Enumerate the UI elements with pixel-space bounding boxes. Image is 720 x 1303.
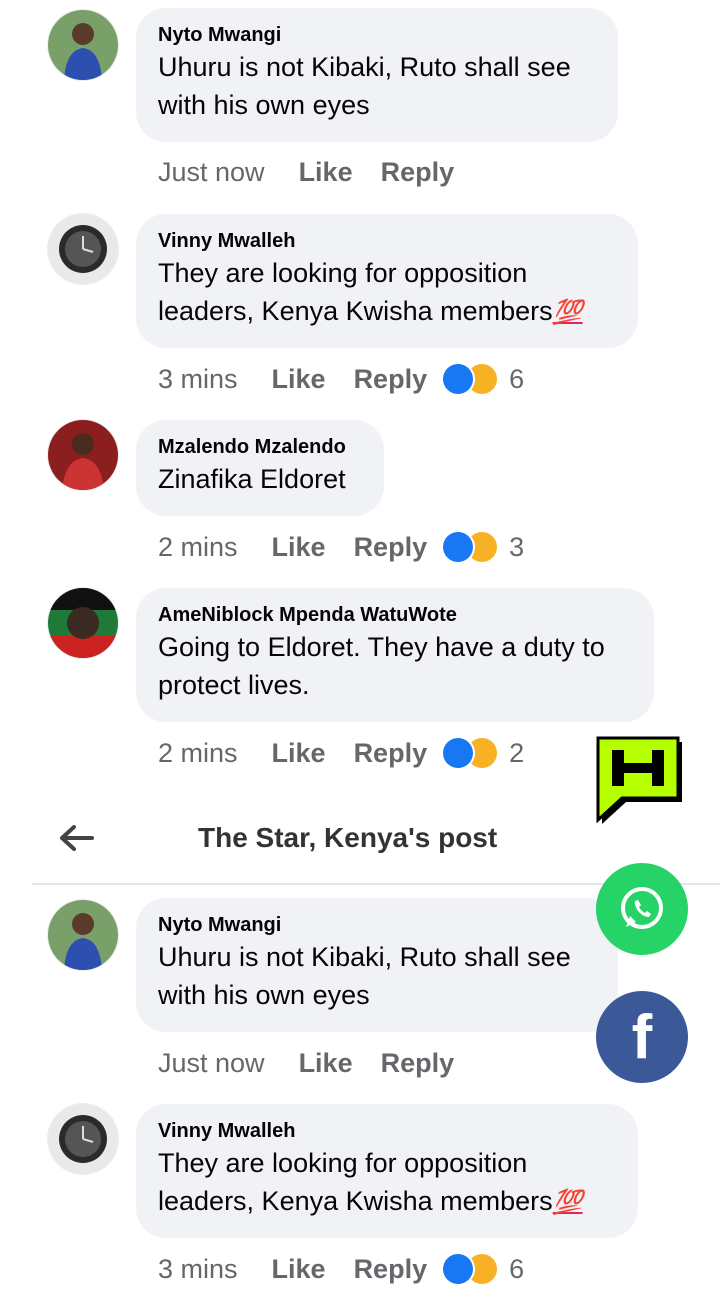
comment-text: They are looking for opposition leaders,… xyxy=(158,258,553,326)
reply-button[interactable]: Reply xyxy=(354,1252,428,1286)
hundred-emoji-icon: 💯 xyxy=(552,299,583,326)
reactions[interactable]: 6 xyxy=(443,362,524,396)
comment-text: Going to Eldoret. They have a duty to pr… xyxy=(158,632,605,700)
comment-author[interactable]: Nyto Mwangi xyxy=(158,912,596,938)
comment-meta: Just now Like Reply xyxy=(158,155,470,189)
avatar[interactable] xyxy=(48,10,118,80)
facebook-icon: f xyxy=(631,1002,653,1072)
whatsapp-share-button[interactable] xyxy=(596,863,688,955)
comment-meta: 2 mins Like Reply 2 xyxy=(158,736,524,770)
h-logo-icon[interactable] xyxy=(596,736,688,828)
reactions[interactable]: 2 xyxy=(443,736,524,770)
avatar[interactable] xyxy=(48,1104,118,1174)
back-arrow-icon[interactable] xyxy=(58,822,98,854)
avatar[interactable] xyxy=(48,214,118,284)
comment-time[interactable]: Just now xyxy=(158,155,265,189)
whatsapp-icon xyxy=(621,887,663,929)
comment-text: Zinafika Eldoret xyxy=(158,464,346,494)
reply-button[interactable]: Reply xyxy=(354,362,428,396)
reaction-count: 2 xyxy=(509,738,525,768)
comment-bubble: Nyto Mwangi Uhuru is not Kibaki, Ruto sh… xyxy=(136,8,618,142)
comment-time[interactable]: 3 mins xyxy=(158,1252,238,1286)
like-button[interactable]: Like xyxy=(299,155,353,189)
comment-bubble: AmeNiblock Mpenda WatuWote Going to Eldo… xyxy=(136,588,654,722)
reactions[interactable]: 3 xyxy=(443,530,524,564)
comment-time[interactable]: Just now xyxy=(158,1046,265,1080)
facebook-share-button[interactable]: f xyxy=(596,991,688,1083)
avatar[interactable] xyxy=(48,588,118,658)
comment-time[interactable]: 3 mins xyxy=(158,362,238,396)
like-reaction-icon xyxy=(443,738,474,768)
like-button[interactable]: Like xyxy=(272,1252,326,1286)
comment-author[interactable]: AmeNiblock Mpenda WatuWote xyxy=(158,602,632,628)
comment-bubble: Vinny Mwalleh They are looking for oppos… xyxy=(136,1104,638,1238)
avatar[interactable] xyxy=(48,900,118,970)
like-button[interactable]: Like xyxy=(272,362,326,396)
comment-bubble: Mzalendo Mzalendo Zinafika Eldoret xyxy=(136,420,384,516)
like-button[interactable]: Like xyxy=(272,530,326,564)
comment-text: Uhuru is not Kibaki, Ruto shall see with… xyxy=(158,52,571,120)
comment-text: Uhuru is not Kibaki, Ruto shall see with… xyxy=(158,942,571,1010)
comment-bubble: Nyto Mwangi Uhuru is not Kibaki, Ruto sh… xyxy=(136,898,618,1032)
avatar[interactable] xyxy=(48,420,118,490)
reaction-count: 6 xyxy=(509,1254,525,1284)
hundred-emoji-icon: 💯 xyxy=(552,1189,583,1216)
reply-button[interactable]: Reply xyxy=(381,155,455,189)
comment-author[interactable]: Vinny Mwalleh xyxy=(158,228,616,254)
comment-time[interactable]: 2 mins xyxy=(158,736,238,770)
comment-author[interactable]: Nyto Mwangi xyxy=(158,22,596,48)
comment-time[interactable]: 2 mins xyxy=(158,530,238,564)
reply-button[interactable]: Reply xyxy=(354,736,428,770)
comment-text: They are looking for opposition leaders,… xyxy=(158,1148,553,1216)
comment-author[interactable]: Vinny Mwalleh xyxy=(158,1118,616,1144)
page-title: The Star, Kenya's post xyxy=(198,822,498,853)
reply-button[interactable]: Reply xyxy=(354,530,428,564)
comment-meta: 3 mins Like Reply 6 xyxy=(158,1252,524,1286)
like-button[interactable]: Like xyxy=(272,736,326,770)
reaction-count: 6 xyxy=(509,364,525,394)
comment-meta: 3 mins Like Reply 6 xyxy=(158,362,524,396)
like-reaction-icon xyxy=(443,1254,474,1284)
comment-author[interactable]: Mzalendo Mzalendo xyxy=(158,434,362,460)
comment-text-wrap: They are looking for opposition leaders,… xyxy=(158,1144,616,1222)
reaction-count: 3 xyxy=(509,532,525,562)
reactions[interactable]: 6 xyxy=(443,1252,524,1286)
reply-button[interactable]: Reply xyxy=(381,1046,455,1080)
comment-meta: 2 mins Like Reply 3 xyxy=(158,530,524,564)
comment-text-wrap: They are looking for opposition leaders,… xyxy=(158,254,616,332)
like-button[interactable]: Like xyxy=(299,1046,353,1080)
like-reaction-icon xyxy=(443,532,474,562)
like-reaction-icon xyxy=(443,364,474,394)
comment-meta: Just now Like Reply xyxy=(158,1046,470,1080)
comment-bubble: Vinny Mwalleh They are looking for oppos… xyxy=(136,214,638,348)
